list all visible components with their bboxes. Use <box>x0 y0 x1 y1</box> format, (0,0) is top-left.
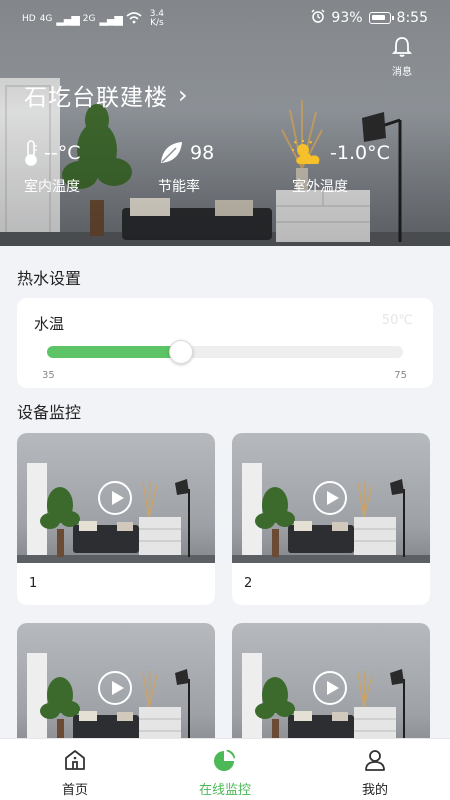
device-name: 1 <box>29 576 38 591</box>
tab-mine[interactable]: 我的 <box>300 739 450 800</box>
device-card[interactable]: 1 <box>17 433 215 605</box>
water-temp-min-label: 35 <box>42 370 55 381</box>
pie-chart-icon <box>214 748 237 771</box>
signal-icon-2: ▂▄▆ <box>99 12 123 26</box>
user-icon <box>365 750 385 771</box>
device-card[interactable]: 2 <box>232 433 430 605</box>
outdoor-temp-label: 室外温度 <box>292 179 348 195</box>
hot-water-card: 水温 50℃ 35 75 <box>17 298 433 388</box>
net-speed-unit: K/s <box>150 18 164 28</box>
water-temp-value: 50℃ <box>381 313 413 328</box>
building-selector[interactable]: 石圪台联建楼 › <box>24 78 189 112</box>
battery-percent: 93% <box>331 10 363 26</box>
4g-indicator: 4G <box>39 14 53 24</box>
play-icon[interactable] <box>313 671 347 705</box>
status-bar: HD 4G ▂▄▆ 2G ▂▄▆ 3.4 K/s 93% 8:55 <box>0 0 450 38</box>
building-name: 石圪台联建楼 <box>24 85 168 111</box>
tab-mine-label: 我的 <box>361 783 388 798</box>
device-monitor-section-title: 设备监控 <box>17 403 82 422</box>
device-name: 2 <box>244 576 253 591</box>
indoor-temp-label: 室内温度 <box>24 179 80 195</box>
leaf-icon <box>161 142 182 163</box>
water-temp-max-label: 75 <box>394 370 407 381</box>
wifi-icon <box>126 11 142 27</box>
signal-icon: ▂▄▆ <box>56 12 79 26</box>
hero-banner: HD 4G ▂▄▆ 2G ▂▄▆ 3.4 K/s 93% 8:55 消息 石圪台… <box>0 0 450 246</box>
2g-indicator: 2G <box>82 14 96 24</box>
notification-label: 消息 <box>392 67 412 78</box>
play-icon[interactable] <box>98 481 132 515</box>
notification-button[interactable]: 消息 <box>384 36 420 78</box>
device-thumbnail[interactable] <box>232 623 430 753</box>
partly-sunny-icon <box>292 140 320 164</box>
play-icon[interactable] <box>313 481 347 515</box>
home-icon <box>65 750 85 770</box>
energy-saving-stat: 98 节能率 <box>158 140 214 196</box>
tab-home[interactable]: 首页 <box>0 739 150 800</box>
chevron-right-icon: › <box>178 81 189 109</box>
hd-indicator: HD <box>22 14 36 24</box>
indoor-temp-value: --°C <box>44 142 81 164</box>
water-temp-slider-handle[interactable] <box>169 340 193 364</box>
device-thumbnail[interactable] <box>232 433 430 563</box>
indoor-temp-stat: --°C 室内温度 <box>24 140 80 196</box>
hot-water-section-title: 热水设置 <box>17 269 82 288</box>
device-thumbnail[interactable] <box>17 623 215 753</box>
net-speed: 3.4 K/s <box>146 10 168 28</box>
water-temp-label: 水温 <box>34 315 65 333</box>
water-temp-slider[interactable] <box>47 340 403 364</box>
tab-home-label: 首页 <box>61 783 88 798</box>
outdoor-temp-value: -1.0°C <box>330 142 390 164</box>
outdoor-temp-stat: -1.0°C 室外温度 <box>292 140 390 196</box>
water-temp-slider-fill <box>47 346 181 358</box>
bell-icon <box>391 37 413 57</box>
tab-online-monitor[interactable]: 在线监控 <box>150 739 300 800</box>
alarm-icon <box>311 9 325 27</box>
device-thumbnail[interactable] <box>17 433 215 563</box>
battery-icon <box>368 12 394 24</box>
tab-online-monitor-label: 在线监控 <box>198 783 251 798</box>
energy-saving-value: 98 <box>190 142 215 164</box>
clock: 8:55 <box>396 10 428 26</box>
energy-saving-label: 节能率 <box>158 179 200 195</box>
bottom-tab-bar: 首页 在线监控 我的 <box>0 738 450 800</box>
play-icon[interactable] <box>98 671 132 705</box>
thermometer-icon <box>25 140 37 166</box>
